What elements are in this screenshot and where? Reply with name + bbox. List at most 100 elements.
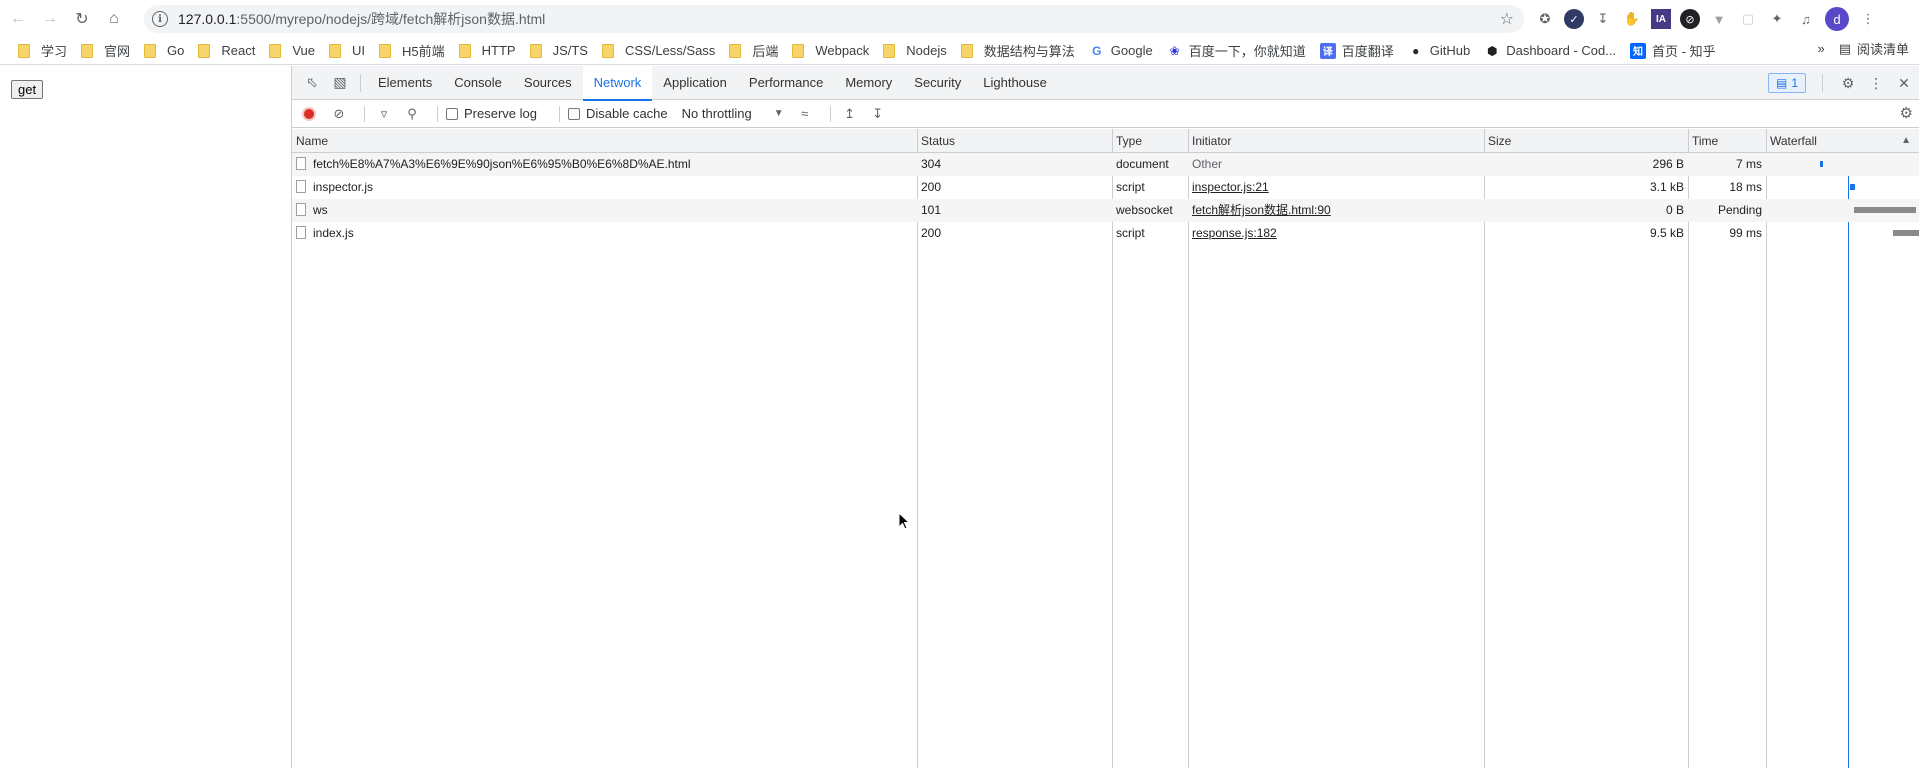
preserve-log-box[interactable]: [446, 107, 458, 120]
settings-gear-icon[interactable]: ⚙: [1839, 69, 1857, 97]
export-har-icon[interactable]: ↧: [867, 103, 889, 125]
bookmark-item[interactable]: Vue: [269, 39, 323, 63]
network-conditions-icon[interactable]: ≈: [794, 103, 816, 125]
blank-extension-icon[interactable]: ▢: [1738, 9, 1758, 29]
folder-icon: [144, 43, 157, 58]
clear-icon[interactable]: ⊘: [328, 103, 350, 125]
bookmark-item[interactable]: 知首页 - 知乎: [1630, 39, 1724, 63]
bookmark-item[interactable]: 学习: [18, 39, 75, 63]
search-icon[interactable]: ⚲: [401, 103, 423, 125]
reload-icon[interactable]: ↻: [68, 5, 96, 33]
bookmark-item[interactable]: ❀ 百度一下，你就知道: [1167, 39, 1314, 63]
tab-memory[interactable]: Memory: [834, 66, 903, 100]
more-options-icon[interactable]: ⋮: [1867, 69, 1885, 97]
column-header-time[interactable]: Time: [1688, 129, 1766, 153]
bookmark-star-icon[interactable]: ☆: [1500, 9, 1514, 29]
hand-extension-icon[interactable]: ✋: [1622, 9, 1642, 29]
folder-icon: [529, 43, 542, 58]
bookmark-item[interactable]: JS/TS: [529, 39, 596, 63]
table-row[interactable]: index.js 200 script response.js:182 9.5 kB 99…: [292, 222, 1919, 245]
cell-initiator[interactable]: response.js:182: [1192, 222, 1482, 245]
import-har-icon[interactable]: ↥: [839, 103, 861, 125]
bookmark-item[interactable]: Webpack: [792, 39, 877, 63]
disable-cache-checkbox[interactable]: Disable cache: [567, 106, 668, 121]
column-header-name[interactable]: Name: [292, 129, 917, 153]
check-extension-icon[interactable]: ✓: [1564, 9, 1584, 29]
browser-toolbar: ← → ↻ ⌂ i 127.0.0.1:5500/myrepo/nodejs/跨…: [0, 0, 1919, 37]
close-devtools-icon[interactable]: ✕: [1895, 69, 1913, 97]
reading-list-button[interactable]: ▤ 阅读清单: [1839, 39, 1909, 58]
ia-extension-icon[interactable]: IA: [1651, 9, 1671, 29]
bookmark-item[interactable]: 后端: [729, 39, 786, 63]
tab-sources[interactable]: Sources: [513, 66, 583, 100]
profile-avatar[interactable]: d: [1825, 7, 1849, 31]
table-row[interactable]: inspector.js 200 script inspector.js:21 3.1 …: [292, 176, 1919, 199]
column-header-size[interactable]: Size: [1484, 129, 1688, 153]
request-name: inspector.js: [313, 180, 374, 194]
bookmark-item[interactable]: H5前端: [379, 39, 453, 63]
inspect-element-icon[interactable]: ⬁: [298, 69, 326, 97]
get-button[interactable]: get: [11, 80, 44, 99]
table-row[interactable]: ws 101 websocket fetch解析json数据.html:90 0 B Pe…: [292, 199, 1919, 222]
waterfall-bar: [1893, 230, 1919, 236]
download-icon[interactable]: ↧: [1593, 9, 1613, 29]
back-arrow-icon[interactable]: ←: [4, 5, 32, 33]
table-row[interactable]: fetch%E8%A7%A3%E6%9E%90json%E6%95%B0%E6%…: [292, 153, 1919, 176]
bookmark-item[interactable]: HTTP: [458, 39, 524, 63]
home-icon[interactable]: ⌂: [100, 5, 128, 33]
bookmark-item[interactable]: CSS/Less/Sass: [601, 39, 723, 63]
tab-network[interactable]: Network: [582, 65, 653, 101]
column-header-type[interactable]: Type: [1112, 129, 1188, 153]
disable-cache-box[interactable]: [567, 107, 580, 120]
tab-application[interactable]: Application: [652, 66, 738, 100]
issues-badge[interactable]: ▤ 1: [1767, 73, 1806, 93]
column-header-status[interactable]: Status: [917, 129, 1112, 153]
url-text[interactable]: 127.0.0.1:5500/myrepo/nodejs/跨域/fetch解析j…: [178, 9, 545, 29]
url-host: 127.0.0.1: [178, 11, 237, 27]
bookmark-label: React: [221, 43, 256, 58]
record-button[interactable]: [302, 106, 316, 121]
cell-time: 18 ms: [1729, 180, 1762, 194]
bookmark-item[interactable]: 数据结构与算法: [960, 39, 1083, 63]
bookmark-item[interactable]: Go: [144, 39, 192, 63]
network-settings-gear-icon[interactable]: ⚙: [1900, 104, 1913, 122]
tab-console[interactable]: Console: [443, 66, 513, 100]
device-toolbar-icon[interactable]: ▧: [326, 69, 354, 97]
bookmark-label: JS/TS: [552, 43, 588, 58]
cell-initiator[interactable]: fetch解析json数据.html:90: [1192, 199, 1482, 222]
bookmark-item[interactable]: UI: [329, 39, 373, 63]
bookmark-item[interactable]: G Google: [1089, 39, 1161, 63]
cell-initiator[interactable]: inspector.js:21: [1192, 176, 1482, 199]
puzzle-extensions-icon[interactable]: ✦: [1767, 9, 1787, 29]
media-control-icon[interactable]: ♫: [1796, 9, 1816, 29]
tab-security[interactable]: Security: [903, 66, 972, 100]
bookmark-item[interactable]: ● GitHub: [1408, 39, 1478, 63]
reading-list-label: 阅读清单: [1856, 42, 1909, 57]
star-list-icon[interactable]: ✪: [1535, 9, 1555, 29]
extensions-area: ✪ ✓ ↧ ✋ IA ⊘ ▼ ▢ ✦ ♫ d ⋮: [1535, 7, 1878, 31]
column-header-waterfall[interactable]: Waterfall ▲: [1766, 129, 1919, 153]
request-name: index.js: [313, 226, 354, 240]
menu-kebab-icon[interactable]: ⋮: [1858, 9, 1878, 29]
waterfall-bar: [1820, 161, 1823, 167]
filter-icon[interactable]: ▿: [373, 103, 395, 125]
tab-lighthouse[interactable]: Lighthouse: [972, 66, 1058, 100]
throttling-select[interactable]: No throttling ▼: [682, 106, 784, 121]
bookmark-item[interactable]: 官网: [81, 39, 138, 63]
preserve-log-checkbox[interactable]: Preserve log: [446, 106, 537, 121]
site-info-icon[interactable]: i: [152, 11, 168, 27]
forward-arrow-icon[interactable]: →: [36, 5, 64, 33]
tab-performance[interactable]: Performance: [738, 66, 834, 100]
bookmark-item[interactable]: Nodejs: [883, 39, 954, 63]
vue-extension-icon[interactable]: ▼: [1709, 9, 1729, 29]
bookmark-item[interactable]: ⬢ Dashboard - Cod...: [1484, 39, 1624, 63]
address-bar[interactable]: i 127.0.0.1:5500/myrepo/nodejs/跨域/fetch解…: [144, 5, 1524, 33]
c-extension-icon[interactable]: ⊘: [1680, 9, 1700, 29]
cell-initiator: Other: [1192, 157, 1223, 171]
bookmark-item[interactable]: React: [198, 39, 263, 63]
bookmark-item[interactable]: 译百度翻译: [1319, 39, 1402, 63]
tab-elements[interactable]: Elements: [367, 66, 443, 100]
column-header-initiator[interactable]: Initiator: [1188, 129, 1484, 153]
bookmark-label: 首页 - 知乎: [1652, 44, 1716, 59]
bookmarks-overflow-icon[interactable]: »: [1817, 41, 1824, 56]
